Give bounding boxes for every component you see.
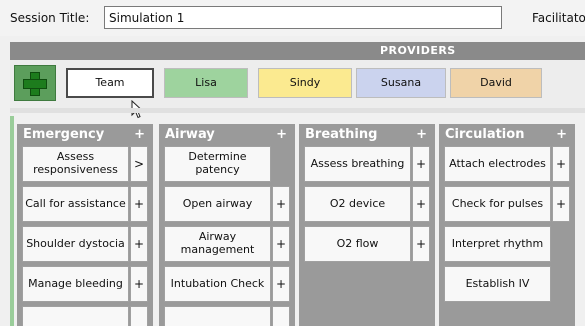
- action-attach-electrodes[interactable]: Attach electrodes: [444, 146, 551, 182]
- add-provider-button[interactable]: [14, 65, 56, 101]
- add-airway-action-button[interactable]: +: [276, 127, 287, 142]
- action-o2-device[interactable]: O2 device: [304, 186, 411, 222]
- column-title: Airway: [165, 127, 215, 142]
- add-button[interactable]: +: [130, 186, 148, 222]
- action-check-for-pulses[interactable]: Check for pulses: [444, 186, 551, 222]
- column-header: Airway +: [159, 124, 295, 146]
- add-breathing-action-button[interactable]: +: [416, 127, 427, 142]
- column-header: Circulation +: [439, 124, 575, 146]
- add-emergency-action-button[interactable]: +: [134, 127, 145, 142]
- action-establish-iv[interactable]: Establish IV: [444, 266, 551, 302]
- action-manage-bleeding[interactable]: Manage bleeding: [22, 266, 129, 302]
- column-airway: Airway + Determine patency Open airway +…: [159, 124, 295, 326]
- add-button[interactable]: +: [552, 186, 570, 222]
- add-button[interactable]: +: [272, 226, 290, 262]
- providers-title: PROVIDERS: [380, 44, 456, 57]
- action-o2-flow[interactable]: O2 flow: [304, 226, 411, 262]
- column-circulation: Circulation + Attach electrodes + Check …: [439, 124, 575, 326]
- provider-sindy-button[interactable]: Sindy: [258, 68, 352, 98]
- add-button[interactable]: +: [412, 146, 430, 182]
- expand-button[interactable]: >: [130, 146, 148, 182]
- session-header: Session Title: Facilitator: [0, 0, 585, 36]
- team-color-strip: [10, 116, 14, 326]
- providers-header-bar: PROVIDERS: [10, 42, 585, 60]
- provider-susana-button[interactable]: Susana: [356, 68, 446, 98]
- add-button[interactable]: +: [272, 266, 290, 302]
- column-breathing: Breathing + Assess breathing + O2 device…: [299, 124, 435, 326]
- column-title: Circulation: [445, 127, 525, 142]
- add-button[interactable]: +: [272, 186, 290, 222]
- facilitator-label: Facilitator: [532, 11, 585, 25]
- add-button[interactable]: +: [130, 226, 148, 262]
- add-button[interactable]: +: [412, 226, 430, 262]
- provider-lisa-button[interactable]: Lisa: [164, 68, 248, 98]
- column-title: Breathing: [305, 127, 378, 142]
- providers-row: Team Lisa Sindy Susana David: [10, 60, 585, 108]
- provider-team-button[interactable]: Team: [66, 68, 154, 98]
- column-title: Emergency: [23, 127, 105, 142]
- action-shoulder-dystocia[interactable]: Shoulder dystocia: [22, 226, 129, 262]
- session-title-input[interactable]: [104, 6, 502, 29]
- add-button[interactable]: [272, 306, 290, 326]
- add-circulation-action-button[interactable]: +: [556, 127, 567, 142]
- column-header: Emergency +: [17, 124, 153, 146]
- provider-david-button[interactable]: David: [450, 68, 542, 98]
- action-assess-responsiveness[interactable]: Assess responsiveness: [22, 146, 129, 182]
- action-assess-breathing[interactable]: Assess breathing: [304, 146, 411, 182]
- divider: [10, 108, 585, 113]
- action-partial[interactable]: [22, 306, 129, 326]
- add-button[interactable]: +: [130, 266, 148, 302]
- add-button[interactable]: +: [552, 146, 570, 182]
- action-intubation-check[interactable]: Intubation Check: [164, 266, 271, 302]
- action-interpret-rhythm[interactable]: Interpret rhythm: [444, 226, 551, 262]
- action-partial[interactable]: [164, 306, 271, 326]
- add-button[interactable]: [130, 306, 148, 326]
- action-determine-patency[interactable]: Determine patency: [164, 146, 271, 182]
- session-title-label: Session Title:: [10, 11, 90, 25]
- add-button[interactable]: +: [412, 186, 430, 222]
- action-open-airway[interactable]: Open airway: [164, 186, 271, 222]
- action-airway-management[interactable]: Airway management: [164, 226, 271, 262]
- column-header: Breathing +: [299, 124, 435, 146]
- action-call-for-assistance[interactable]: Call for assistance: [22, 186, 129, 222]
- column-emergency: Emergency + Assess responsiveness > Call…: [17, 124, 153, 326]
